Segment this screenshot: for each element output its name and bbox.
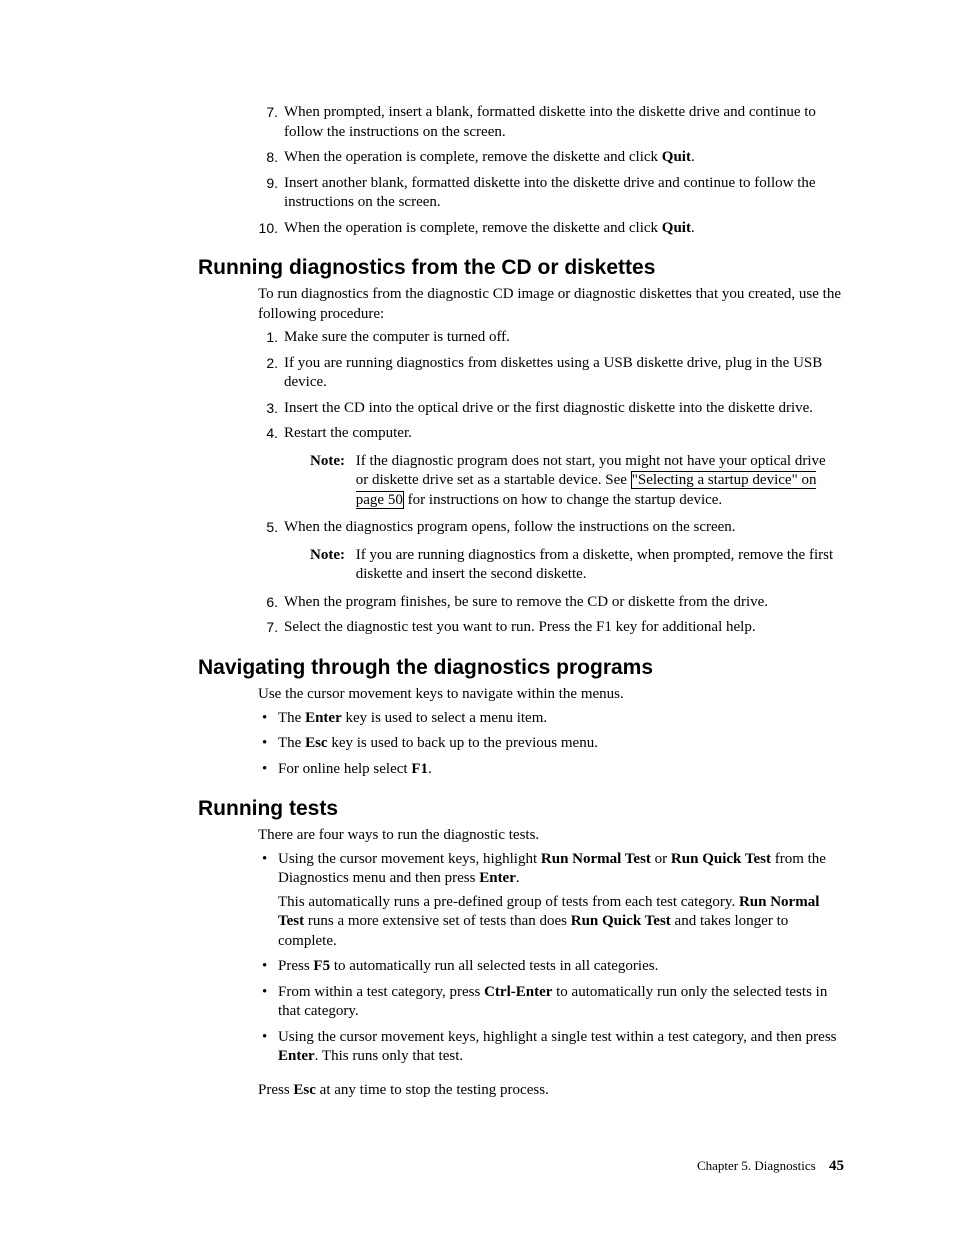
list-number: 8. [250,148,278,166]
list-item: 3.Insert the CD into the optical drive o… [258,399,844,419]
section2-intro: Use the cursor movement keys to navigate… [258,685,844,705]
section1-intro: To run diagnostics from the diagnostic C… [258,285,844,324]
t: Press [258,1082,293,1098]
t: Using the cursor movement keys, highligh… [278,851,541,867]
list-item: Using the cursor movement keys, highligh… [258,1028,844,1067]
t: runs a more extensive set of tests than … [304,913,571,929]
bold: Run Normal Test [541,851,651,867]
t: . [516,870,520,886]
list-item: 8. When the operation is complete, remov… [258,148,844,168]
t: key is used to back up to the previous m… [328,735,598,751]
section3-list: Using the cursor movement keys, highligh… [258,850,844,1067]
t: . [428,761,432,777]
bold: Run Quick Test [671,851,771,867]
bold: Quit [662,149,691,165]
t: Press [278,958,313,974]
t: Using the cursor movement keys, highligh… [278,1029,837,1045]
bold: Enter [278,1048,315,1064]
list-item: 10. When the operation is complete, remo… [258,219,844,239]
t: For online help select [278,761,411,777]
list-text: When the operation is complete, remove t… [284,149,662,165]
t: key is used to select a menu item. [342,710,547,726]
sub-paragraph: This automatically runs a pre-defined gr… [278,893,844,952]
bold: Enter [479,870,516,886]
bold: Esc [293,1082,316,1098]
t: The [278,710,305,726]
page-footer: Chapter 5. Diagnostics 45 [697,1158,844,1175]
list-item: 5. When the diagnostics program opens, f… [258,518,844,585]
page-content: 7. When prompted, insert a blank, format… [0,0,954,1170]
t: to automatically run all selected tests … [330,958,658,974]
list-item: From within a test category, press Ctrl-… [258,983,844,1022]
t: . This runs only that test. [315,1048,463,1064]
bold: Esc [305,735,328,751]
list-item: Using the cursor movement keys, highligh… [258,850,844,952]
bold: F5 [313,958,330,974]
list-text: . [691,149,695,165]
list-item: 4. Restart the computer. Note: If the di… [258,424,844,510]
footer-chapter: Chapter 5. Diagnostics [697,1158,816,1173]
t: The [278,735,305,751]
note-block: Note: If the diagnostic program does not… [310,452,844,511]
heading-running-tests: Running tests [198,795,844,822]
list-item: 1.Make sure the computer is turned off. [258,328,844,348]
list-item: 6.When the program finishes, be sure to … [258,593,844,613]
heading-running-diagnostics: Running diagnostics from the CD or diske… [198,254,844,281]
list-number: 3. [250,399,278,417]
t: This automatically runs a pre-defined gr… [278,894,739,910]
list-text: Select the diagnostic test you want to r… [284,619,756,635]
list-item: 7. When prompted, insert a blank, format… [258,103,844,142]
bold: Enter [305,710,342,726]
list-number: 10. [250,219,278,237]
top-ordered-list: 7. When prompted, insert a blank, format… [258,103,844,238]
note-label: Note: [310,452,352,472]
note-text: If you are running diagnostics from a di… [356,546,842,585]
list-text: Restart the computer. [284,425,412,441]
list-text: . [691,220,695,236]
list-text: Insert the CD into the optical drive or … [284,400,813,416]
note-post: for instructions on how to change the st… [404,492,722,508]
list-item: 2.If you are running diagnostics from di… [258,354,844,393]
note-label: Note: [310,546,352,566]
note-text: If the diagnostic program does not start… [356,452,842,511]
bold: F1 [411,761,428,777]
section1-list: 1.Make sure the computer is turned off. … [258,328,844,638]
list-number: 2. [250,354,278,372]
list-number: 1. [250,328,278,346]
list-item: Press F5 to automatically run all select… [258,957,844,977]
list-number: 5. [250,518,278,536]
list-item: 9. Insert another blank, formatted diske… [258,174,844,213]
list-number: 7. [250,618,278,636]
section3-intro: There are four ways to run the diagnosti… [258,826,844,846]
t: or [651,851,671,867]
bold: Run Quick Test [571,913,671,929]
footer-page-number: 45 [829,1158,844,1174]
bold: Quit [662,220,691,236]
list-text: When the diagnostics program opens, foll… [284,519,736,535]
list-item: The Enter key is used to select a menu i… [258,709,844,729]
list-number: 4. [250,424,278,442]
list-text: When prompted, insert a blank, formatted… [284,104,816,140]
list-text: Insert another blank, formatted diskette… [284,175,816,211]
list-number: 7. [250,103,278,121]
note-block: Note: If you are running diagnostics fro… [310,546,844,585]
section2-list: The Enter key is used to select a menu i… [258,709,844,780]
closing-paragraph: Press Esc at any time to stop the testin… [258,1081,844,1101]
list-text: If you are running diagnostics from disk… [284,355,822,391]
heading-navigating: Navigating through the diagnostics progr… [198,654,844,681]
list-number: 6. [250,593,278,611]
list-item: The Esc key is used to back up to the pr… [258,734,844,754]
list-item: 7.Select the diagnostic test you want to… [258,618,844,638]
list-text: When the program finishes, be sure to re… [284,594,768,610]
list-text: Make sure the computer is turned off. [284,329,510,345]
list-text: When the operation is complete, remove t… [284,220,662,236]
list-number: 9. [250,174,278,192]
t: at any time to stop the testing process. [316,1082,549,1098]
bold: Ctrl-Enter [484,984,552,1000]
t: From within a test category, press [278,984,484,1000]
list-item: For online help select F1. [258,760,844,780]
